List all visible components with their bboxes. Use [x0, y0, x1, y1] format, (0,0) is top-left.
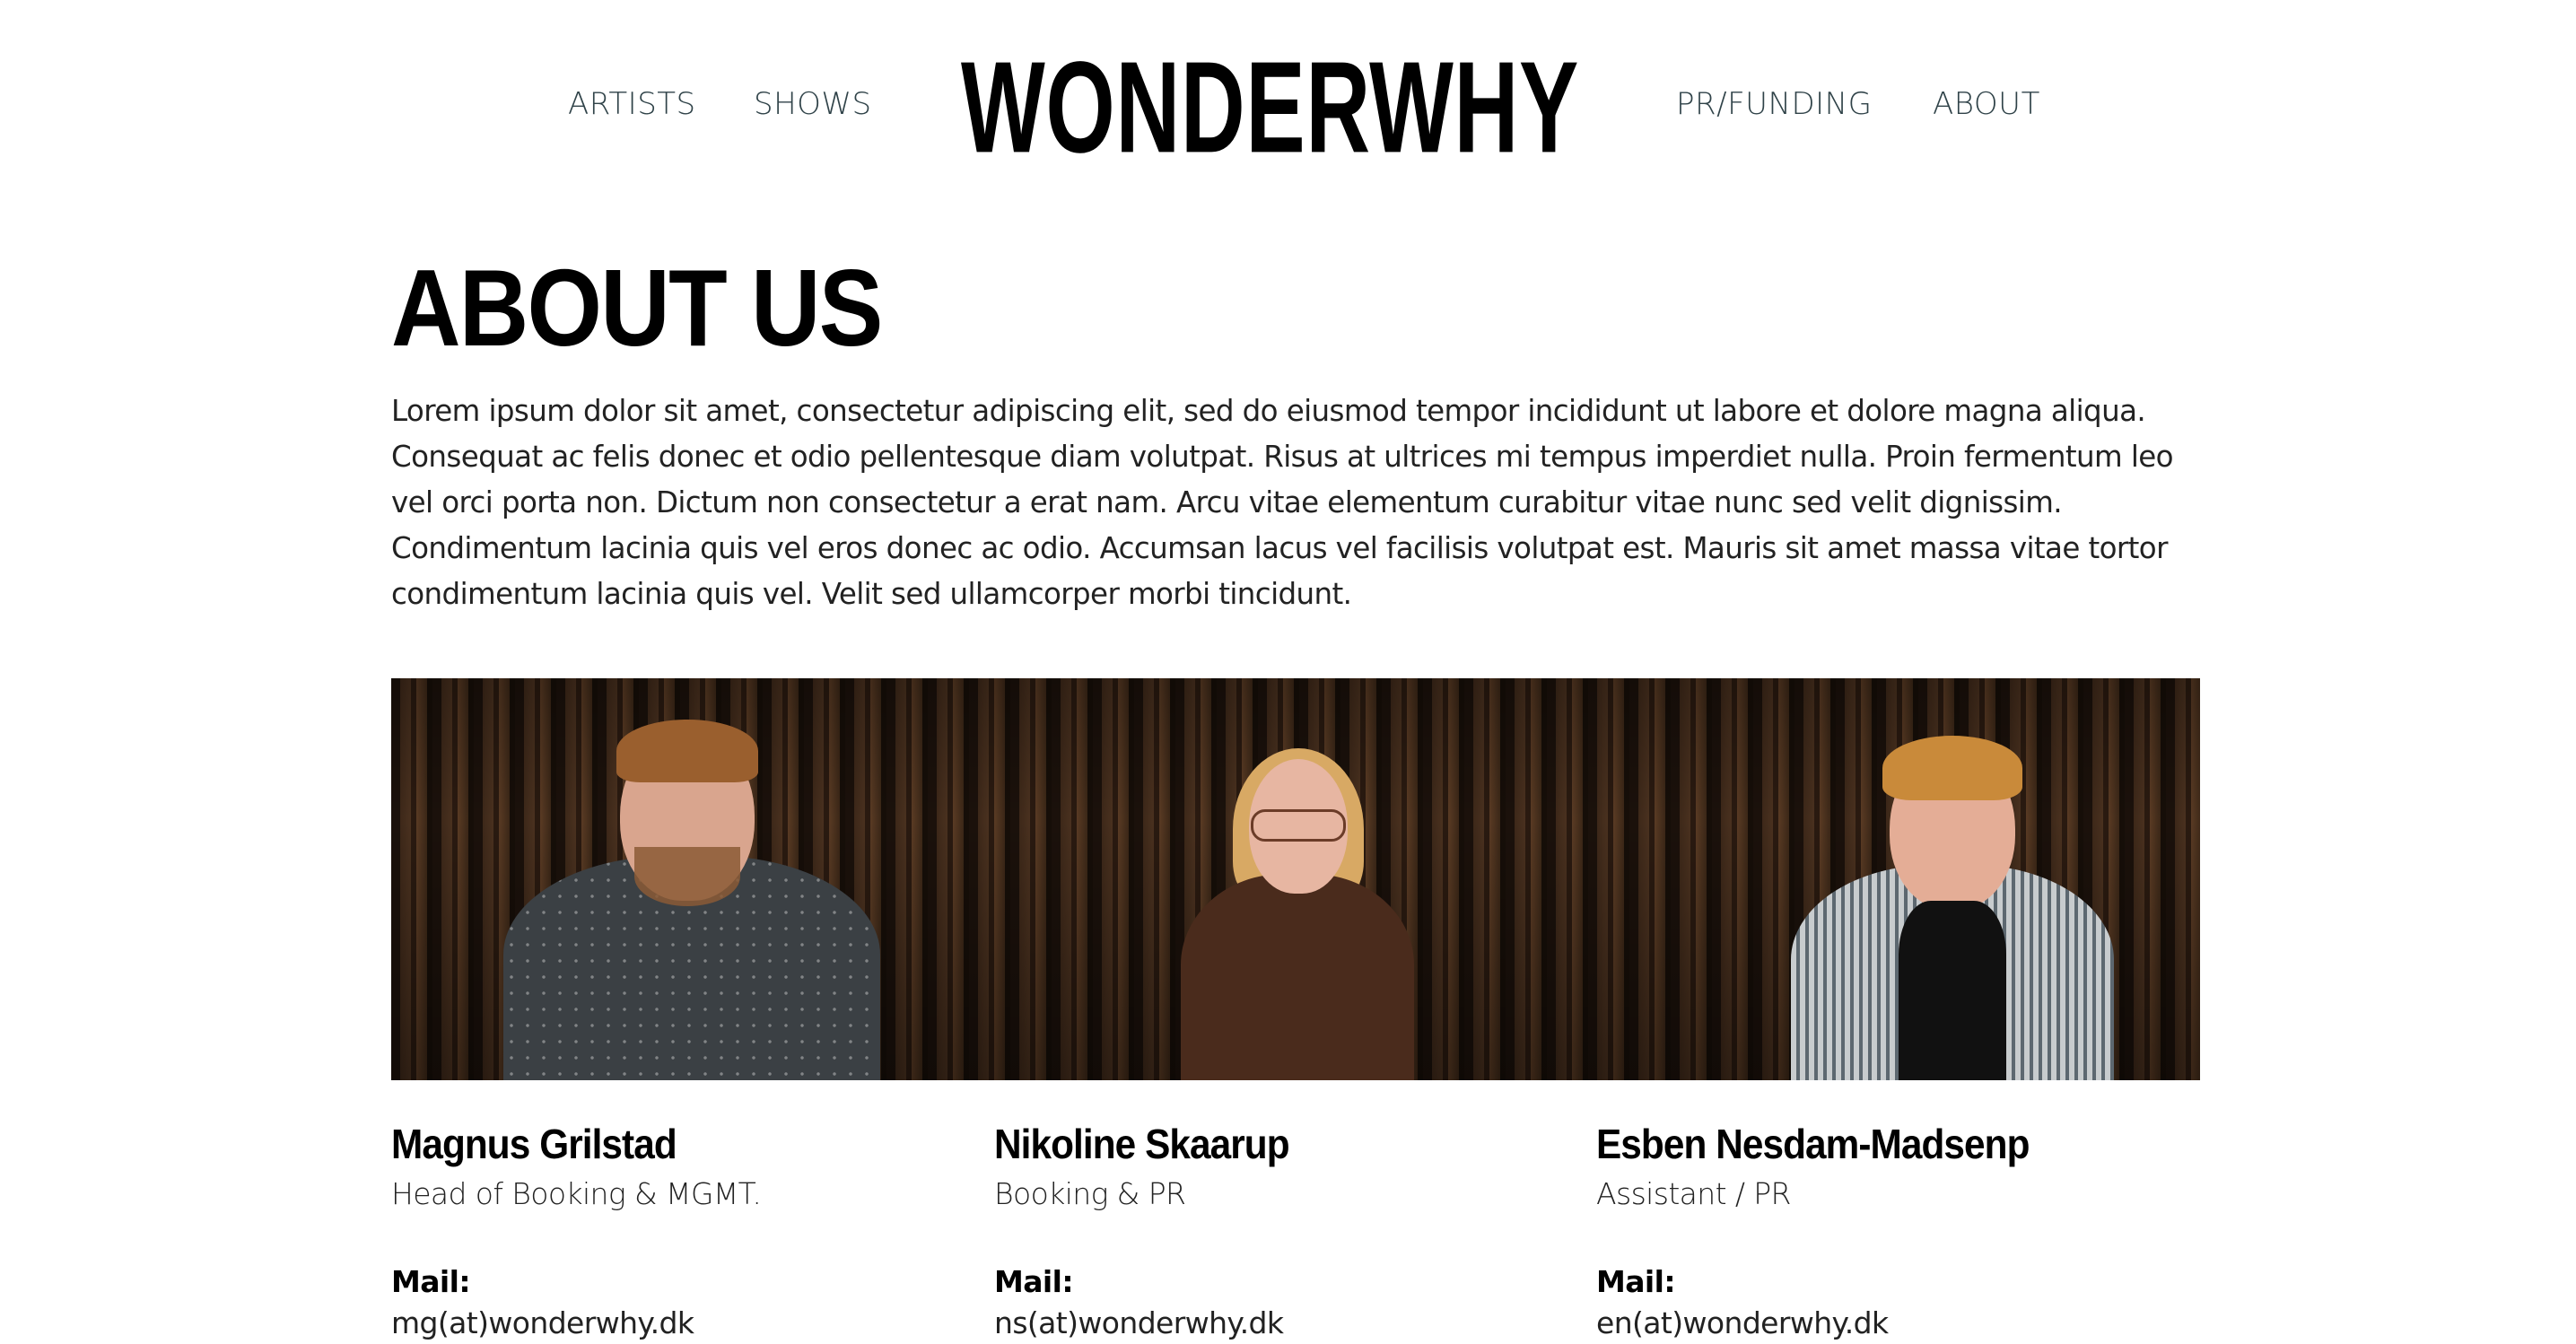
member-mail-label: Mail:	[1596, 1264, 1676, 1299]
member-role: Head of Booking & MGMT.	[391, 1176, 762, 1211]
nav-pr-funding-link[interactable]: PR/FUNDING	[1676, 86, 1872, 122]
member-mail-link[interactable]: en(at)wonderwhy.dk	[1596, 1303, 2170, 1344]
person-shirt	[1899, 901, 2006, 1080]
site-header: ARTISTS SHOWS WONDERWHY PR/FUNDING ABOUT	[0, 0, 2576, 179]
team-member-card: Nikoline Skaarup Booking & PR Mail: ns(a…	[994, 1114, 1568, 1344]
nav-shows-link[interactable]: SHOWS	[754, 86, 872, 122]
person-body	[1181, 874, 1414, 1080]
member-mail-link[interactable]: ns(at)wonderwhy.dk	[994, 1303, 1568, 1344]
team-photo-person-nikoline	[1163, 703, 1432, 1080]
member-role: Assistant / PR	[1596, 1176, 1791, 1211]
member-mail-label: Mail:	[391, 1264, 471, 1299]
about-intro-text: Lorem ipsum dolor sit amet, consectetur …	[391, 394, 2174, 611]
member-name: Esben Nesdam-Madsenp	[1596, 1121, 2030, 1167]
member-role: Booking & PR	[994, 1176, 1186, 1211]
team-member-card: Esben Nesdam-Madsenp Assistant / PR Mail…	[1596, 1114, 2170, 1344]
member-name: Nikoline Skaarup	[994, 1121, 1290, 1167]
team-photo-person-magnus	[485, 694, 898, 1080]
team-photo-person-esben	[1764, 703, 2141, 1080]
nav-about-link[interactable]: ABOUT	[1933, 86, 2040, 122]
team-photo	[391, 678, 2200, 1080]
site-logo-text[interactable]: WONDERWHY	[961, 43, 1579, 173]
member-name: Magnus Grilstad	[391, 1121, 677, 1167]
member-mail-label: Mail:	[994, 1264, 1074, 1299]
member-mail-link[interactable]: mg(at)wonderwhy.dk	[391, 1303, 965, 1344]
person-glasses	[1251, 809, 1346, 842]
page-title: ABOUT US	[391, 247, 883, 369]
person-hair	[616, 720, 758, 782]
nav-artists-link[interactable]: ARTISTS	[568, 86, 696, 122]
site-logo[interactable]: WONDERWHY	[961, 43, 1578, 173]
person-beard	[634, 847, 740, 906]
team-member-card: Magnus Grilstad Head of Booking & MGMT. …	[391, 1114, 965, 1344]
person-hair	[1882, 736, 2022, 800]
